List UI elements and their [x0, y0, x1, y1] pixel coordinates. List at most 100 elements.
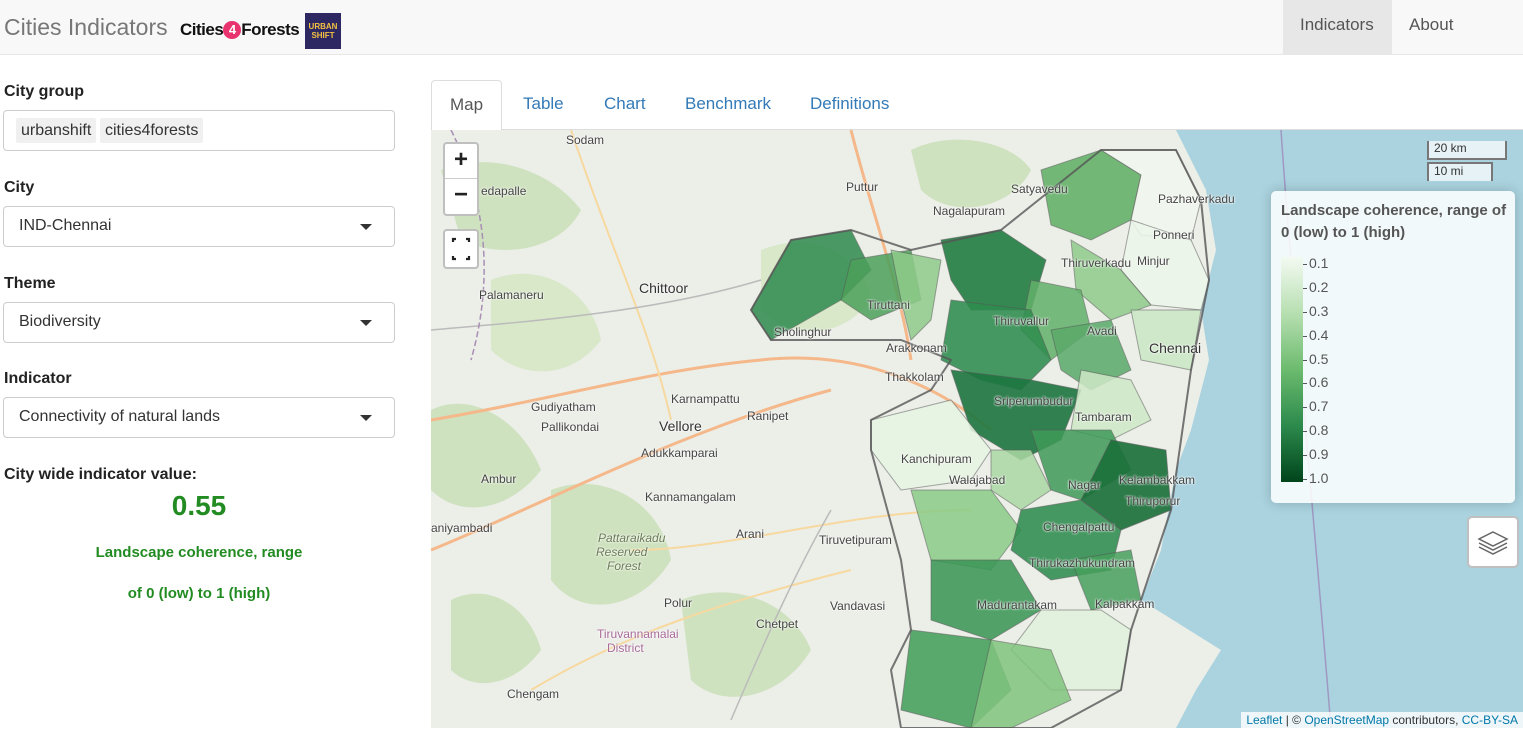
- map-place-label: Ranipet: [747, 409, 789, 423]
- map-place-label: Palamaneru: [479, 288, 544, 302]
- layers-icon: [1477, 531, 1509, 555]
- map-view[interactable]: Sodam Puttur Satyavedu Pazhaverkadu Naga…: [431, 130, 1523, 728]
- tab-table[interactable]: Table: [505, 80, 582, 130]
- city-select-value: IND-Chennai: [19, 217, 112, 234]
- city-group-select[interactable]: urbanshift cities4forests: [3, 110, 395, 151]
- osm-link[interactable]: OpenStreetMap: [1304, 713, 1389, 727]
- chevron-down-icon: [360, 320, 372, 326]
- map-place-label: Satyavedu: [1011, 182, 1068, 196]
- legend-title: Landscape coherence, range of 0 (low) to…: [1281, 202, 1507, 241]
- layers-button[interactable]: [1467, 516, 1519, 568]
- map-attribution: Leaflet | © OpenStreetMap contributors, …: [1241, 712, 1523, 728]
- navbar: Cities Indicators Cities 4 Forests URBAN SH…: [0, 0, 1523, 55]
- map-place-label: Chengam: [507, 687, 560, 701]
- fullscreen-icon: [451, 237, 471, 261]
- legend-label: 0.3: [1309, 303, 1329, 319]
- map-place-label: Sriperumbudur: [994, 394, 1074, 408]
- map-place-label: Tiruttani: [867, 298, 910, 312]
- map-place-label: Vellore: [659, 418, 702, 434]
- chevron-down-icon: [360, 224, 372, 230]
- city-group-chip[interactable]: cities4forests: [100, 118, 204, 143]
- zoom-control: + −: [443, 142, 479, 216]
- map-place-label: Thiruporur: [1125, 494, 1181, 508]
- map-place-label: Adukkamparai: [641, 446, 718, 460]
- theme-select-value: Biodiversity: [19, 313, 101, 330]
- map-place-label: Chengalpattu: [1043, 520, 1115, 534]
- city-group-chip[interactable]: urbanshift: [16, 118, 97, 143]
- map-place-label: Madurantakam: [977, 598, 1058, 612]
- legend-label: 0.1: [1309, 255, 1329, 271]
- zoom-out-button[interactable]: −: [445, 179, 477, 213]
- urbanshift-logo: URBAN SHIFT: [305, 13, 341, 49]
- city-wide-value: 0.55: [171, 490, 227, 521]
- tab-map[interactable]: Map: [431, 80, 503, 131]
- map-place-label: Kalpakkam: [1095, 597, 1155, 611]
- legend-label: 0.5: [1309, 351, 1329, 367]
- map-place-label: Kannamangalam: [645, 490, 736, 504]
- tab-definitions[interactable]: Definitions: [792, 80, 907, 130]
- legend-label: 0.7: [1309, 398, 1329, 414]
- indicator-select-value: Connectivity of natural lands: [19, 408, 220, 425]
- map-place-label: Thiruvallur: [993, 314, 1050, 328]
- map-place-label: Arani: [736, 527, 765, 541]
- map-place-label: Sodam: [566, 133, 605, 147]
- map-place-label: Polur: [664, 596, 693, 610]
- map-place-label: Gudiyatham: [531, 400, 596, 414]
- nav-about[interactable]: About: [1392, 0, 1470, 55]
- city-group-label: City group: [4, 83, 84, 100]
- city-select[interactable]: IND-Chennai: [3, 206, 395, 247]
- legend-label: 0.8: [1309, 422, 1329, 438]
- map-place-label: Reserved: [596, 545, 648, 559]
- map-place-label: Kelambakkam: [1119, 473, 1196, 487]
- map-place-label: Thakkolam: [885, 370, 944, 384]
- map-place-label: Tambaram: [1075, 410, 1132, 424]
- indicator-description: Landscape coherence, range: [95, 544, 303, 561]
- nav-indicators[interactable]: Indicators: [1283, 0, 1392, 55]
- city-label: City: [4, 179, 35, 196]
- map-place-label: Chetpet: [756, 617, 799, 631]
- map-place-label: edapalle: [481, 184, 527, 198]
- map-place-label: Tiruvannamalai: [597, 627, 679, 641]
- legend-label: 0.4: [1309, 327, 1329, 343]
- leaflet-link[interactable]: Leaflet: [1246, 713, 1282, 727]
- theme-label: Theme: [4, 275, 56, 292]
- map-place-label: Vandavasi: [830, 599, 886, 613]
- chevron-down-icon: [360, 415, 372, 421]
- map-place-label: aniyambadi: [431, 521, 493, 535]
- map-place-label: Pattaraikadu: [598, 531, 666, 545]
- indicator-select[interactable]: Connectivity of natural lands: [3, 397, 395, 438]
- cities4forests-logo: Cities 4 Forests: [180, 20, 300, 39]
- map-place-label: Forest: [607, 559, 642, 573]
- map-place-label: Pazhaverkadu: [1158, 192, 1235, 206]
- legend-label: 0.9: [1309, 446, 1329, 462]
- map-place-label: Arakkonam: [886, 341, 947, 355]
- map-place-label: Ponneri: [1153, 228, 1195, 242]
- indicator-description: of 0 (low) to 1 (high): [127, 585, 271, 602]
- theme-select[interactable]: Biodiversity: [3, 302, 395, 343]
- map-place-label: Nagalapuram: [933, 204, 1006, 218]
- map-place-label: Puttur: [846, 180, 879, 194]
- map-place-label: Chennai: [1149, 340, 1202, 356]
- tab-benchmark[interactable]: Benchmark: [667, 80, 789, 130]
- map-place-label: Karnampattu: [671, 392, 740, 406]
- map-place-label: Chittoor: [639, 280, 689, 296]
- legend-label: 1.0: [1309, 470, 1329, 486]
- map-place-label: Kanchipuram: [901, 452, 972, 466]
- legend-gradient: [1281, 257, 1303, 482]
- map-place-label: Thirukazhukundram: [1029, 556, 1136, 570]
- map-place-label: Tiruvetipuram: [819, 533, 892, 547]
- map-legend: Landscape coherence, range of 0 (low) to…: [1271, 191, 1515, 503]
- map-place-label: Minjur: [1137, 254, 1170, 268]
- tab-bar: Map Table Chart Benchmark Definitions: [431, 80, 1523, 131]
- license-link[interactable]: CC-BY-SA: [1462, 713, 1518, 727]
- map-place-label: Ambur: [481, 472, 517, 486]
- tab-chart[interactable]: Chart: [586, 80, 664, 130]
- map-place-label: Walajabad: [949, 473, 1006, 487]
- indicator-label: Indicator: [4, 370, 72, 387]
- app-title[interactable]: Cities Indicators: [4, 14, 168, 41]
- fullscreen-button[interactable]: [443, 229, 479, 269]
- map-place-label: Pallikondai: [541, 420, 600, 434]
- zoom-in-button[interactable]: +: [445, 144, 477, 179]
- legend-label: 0.6: [1309, 374, 1329, 390]
- map-place-label: Sholinghur: [774, 325, 832, 339]
